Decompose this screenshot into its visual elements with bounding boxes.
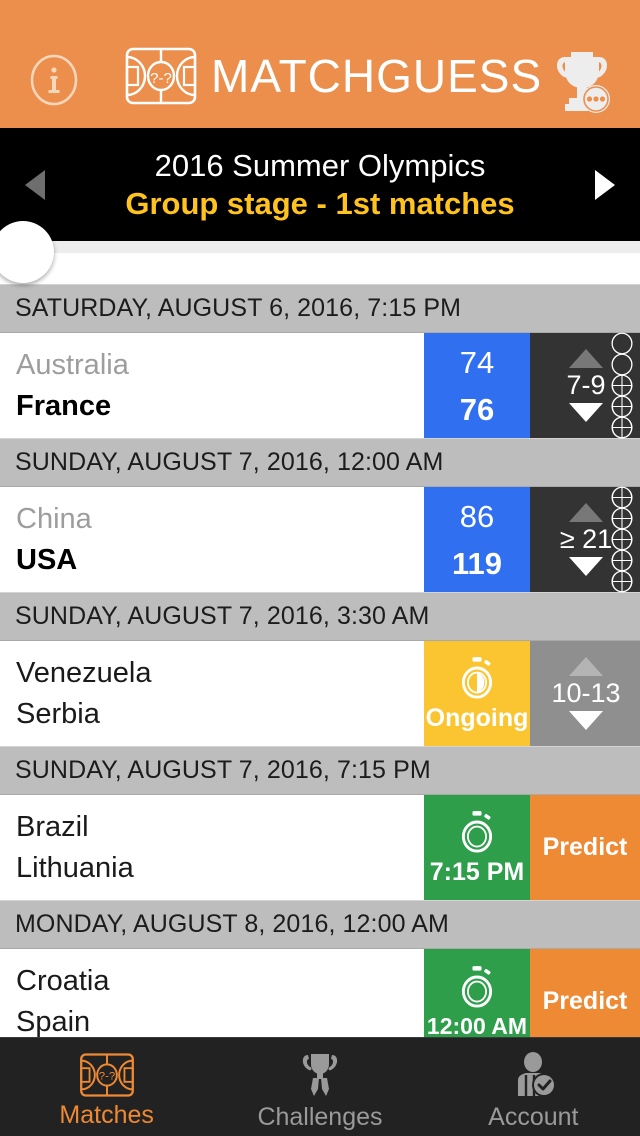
match-row[interactable]: Brazil Lithuania 7:15 PM Predict <box>0 795 640 901</box>
tab-label-account: Account <box>488 1102 579 1131</box>
triangle-down-icon <box>569 711 603 730</box>
score-team-b: 76 <box>459 391 495 427</box>
match-prediction-column[interactable]: 10-13 <box>530 641 640 746</box>
list-top-spacer <box>0 253 640 285</box>
triangle-up-icon <box>569 657 603 676</box>
stopwatch-icon <box>461 811 493 853</box>
score-team-a: 86 <box>459 498 495 534</box>
tab-label-matches: Matches <box>59 1100 154 1129</box>
triangle-up-icon <box>569 503 603 522</box>
team-name-b: Serbia <box>16 697 100 730</box>
basketball-empty-icon <box>611 332 633 355</box>
tab-challenges[interactable]: Challenges <box>213 1038 426 1136</box>
match-date-header: SATURDAY, AUGUST 6, 2016, 7:15 PM <box>0 285 640 333</box>
match-status-label: Ongoing <box>425 704 529 732</box>
team-name-a: Australia <box>16 348 129 381</box>
predict-button-label: Predict <box>542 833 628 861</box>
match-row[interactable]: Croatia Spain 12:00 AM Predict <box>0 949 640 1037</box>
tournament-round: Group stage - 1st matches <box>125 185 515 221</box>
team-name-b: Spain <box>16 1005 91 1037</box>
svg-text:?-?: ?-? <box>150 70 172 87</box>
app-brand: ?-? MATCHGUESS <box>125 47 542 105</box>
tab-account[interactable]: Account <box>427 1038 640 1136</box>
basketball-filled-icon <box>611 374 633 397</box>
team-name-a: Croatia <box>16 964 110 997</box>
team-name-b: USA <box>16 543 78 576</box>
match-teams: Croatia Spain <box>0 949 424 1037</box>
match-teams: Venezuela Serbia <box>0 641 424 746</box>
tournament-title-block[interactable]: 2016 Summer Olympics Group stage - 1st m… <box>70 128 570 241</box>
team-name-b: Lithuania <box>16 851 134 884</box>
basketball-empty-icon <box>611 353 633 376</box>
score-team-a: 74 <box>459 344 495 380</box>
basketball-filled-icon <box>611 486 633 509</box>
user-badge-check-icon <box>518 1051 557 1097</box>
tournament-selector: 2016 Summer Olympics Group stage - 1st m… <box>0 128 640 241</box>
basketball-court-question-icon: ?-? <box>79 1052 134 1097</box>
basketball-filled-icon <box>611 395 633 418</box>
info-button[interactable] <box>28 54 80 106</box>
tab-label-challenges: Challenges <box>257 1102 383 1131</box>
stopwatch-half-icon <box>461 657 493 699</box>
next-round-button[interactable] <box>570 128 640 241</box>
prediction-range: 7-9 <box>566 370 606 400</box>
score-team-b: 119 <box>451 545 502 581</box>
prediction-range: ≥ 21 <box>559 524 613 554</box>
match-date-header: SUNDAY, AUGUST 7, 2016, 12:00 AM <box>0 439 640 487</box>
app-title: MATCHGUESS <box>211 50 543 102</box>
match-prediction-column[interactable]: Predict <box>530 949 640 1037</box>
predict-button-label: Predict <box>542 987 628 1015</box>
match-status-label: 12:00 AM <box>426 1013 528 1038</box>
match-prediction-column[interactable]: 7-9 <box>530 332 640 439</box>
triangle-right-icon <box>595 169 615 200</box>
tab-matches[interactable]: ?-? Matches <box>0 1038 213 1136</box>
match-score-column[interactable]: 7:15 PM <box>424 795 530 900</box>
prediction-score-balls <box>606 486 638 593</box>
basketball-filled-icon <box>611 416 633 439</box>
basketball-court-question-icon: ?-? <box>125 47 197 105</box>
match-teams: Australia France <box>0 333 424 438</box>
prediction-score-balls <box>606 332 638 439</box>
basketball-filled-icon <box>611 549 633 572</box>
match-score-column[interactable]: Ongoing <box>424 641 530 746</box>
app-header: ?-? MATCHGUESS <box>0 0 640 128</box>
team-name-a: China <box>16 502 92 535</box>
basketball-filled-icon <box>611 570 633 593</box>
prediction-range: 10-13 <box>551 678 621 708</box>
trophy-medal-icon <box>302 1053 338 1096</box>
match-row[interactable]: China USA 86 119 ≥ 21 <box>0 486 640 593</box>
match-list[interactable]: SATURDAY, AUGUST 6, 2016, 7:15 PM Austral… <box>0 241 640 1037</box>
team-name-b: France <box>16 389 112 422</box>
stopwatch-icon <box>461 966 493 1008</box>
team-name-a: Brazil <box>16 810 89 843</box>
basketball-filled-icon <box>611 507 633 530</box>
match-prediction-column[interactable]: Predict <box>530 795 640 900</box>
triangle-down-icon <box>569 403 603 422</box>
match-date-header: SUNDAY, AUGUST 7, 2016, 7:15 PM <box>0 747 640 795</box>
match-date-header: SUNDAY, AUGUST 7, 2016, 3:30 AM <box>0 593 640 641</box>
match-prediction-column[interactable]: ≥ 21 <box>530 486 640 593</box>
trophy-icon <box>556 52 610 113</box>
match-score-column[interactable]: 12:00 AM <box>424 949 530 1037</box>
match-teams: Brazil Lithuania <box>0 795 424 900</box>
svg-text:?-?: ?-? <box>98 1070 114 1082</box>
match-date-header: MONDAY, AUGUST 8, 2016, 12:00 AM <box>0 901 640 949</box>
match-score-column[interactable]: 74 76 <box>424 333 530 438</box>
triangle-up-icon <box>569 349 603 368</box>
bottom-tab-bar: ?-? Matches Challenges Account <box>0 1037 640 1136</box>
list-top-shadow <box>0 241 640 253</box>
match-status-label: 7:15 PM <box>429 858 525 886</box>
tournament-name: 2016 Summer Olympics <box>154 147 486 183</box>
match-row[interactable]: Australia France 74 76 7-9 <box>0 332 640 439</box>
match-score-column[interactable]: 86 119 <box>424 487 530 592</box>
info-circle-icon <box>30 54 78 106</box>
prediction-detail: 10-13 <box>530 657 640 730</box>
leaderboard-button[interactable] <box>550 48 614 116</box>
match-teams: China USA <box>0 487 424 592</box>
triangle-down-icon <box>569 557 603 576</box>
match-row[interactable]: Venezuela Serbia Ongoing 10-13 <box>0 641 640 747</box>
basketball-filled-icon <box>611 528 633 551</box>
team-name-a: Venezuela <box>16 656 152 689</box>
triangle-left-icon <box>25 169 45 200</box>
